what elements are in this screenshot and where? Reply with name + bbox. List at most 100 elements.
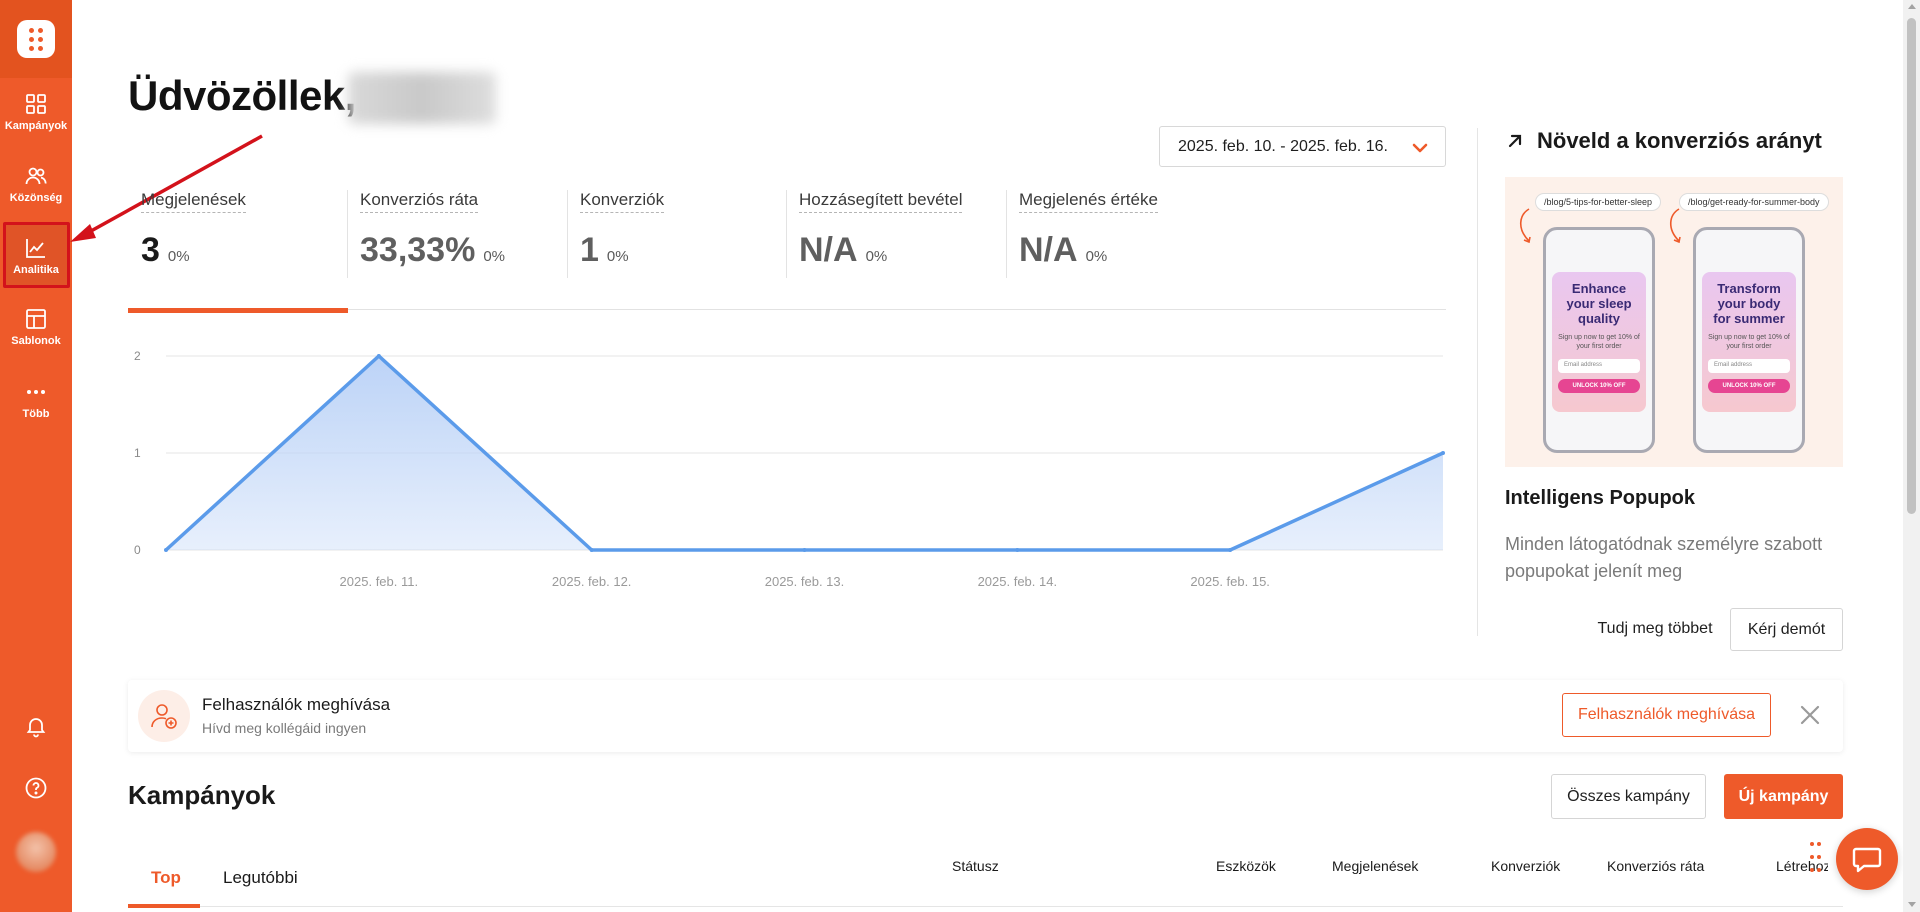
chevron-down-icon — [1412, 143, 1428, 153]
popup-email-field: Email address — [1708, 359, 1790, 373]
invite-banner: Felhasználók meghívása Hívd meg kollégái… — [128, 680, 1843, 752]
tab-top[interactable]: Top — [151, 868, 181, 888]
chart-point[interactable] — [589, 548, 594, 552]
sidebar: Kampányok Közönség Analitika Sablonok Tö… — [0, 0, 72, 912]
url-pill: /blog/get-ready-for-summer-body — [1679, 193, 1829, 211]
metric-change: 0% — [1085, 248, 1108, 265]
popup-button: UNLOCK 10% OFF — [1708, 379, 1790, 393]
bell-icon — [26, 718, 46, 738]
chart-point[interactable] — [376, 354, 381, 358]
date-range-select[interactable]: 2025. feb. 10. - 2025. feb. 16. — [1159, 126, 1446, 167]
sidebar-item-label: Sablonok — [11, 335, 61, 347]
sidebar-item-label: Közönség — [9, 192, 63, 204]
popup-subtext: Sign up now to get 10% of your first ord… — [1558, 333, 1640, 350]
chat-bubble-icon — [1852, 847, 1882, 873]
metric-change: 0% — [606, 248, 629, 265]
metric-value: N/A — [799, 231, 858, 269]
invite-users-button[interactable]: Felhasználók meghívása — [1562, 693, 1771, 737]
sidebar-item-templates[interactable]: Sablonok — [0, 307, 72, 347]
sidebar-item-campaigns[interactable]: Kampányok — [0, 92, 72, 132]
metric-impressions[interactable]: Megjelenések 3 0% — [141, 190, 246, 270]
active-tab-indicator — [128, 904, 200, 908]
popup-preview: Enhance your sleep quality Sign up now t… — [1552, 272, 1646, 412]
chart-point[interactable] — [1015, 548, 1020, 552]
popup-headline: Enhance your sleep quality — [1566, 281, 1632, 326]
chart-y-tick: 0 — [134, 543, 141, 557]
avatar[interactable] — [16, 832, 56, 872]
promo-description: Minden látogatódnak személyre szabott po… — [1505, 534, 1823, 581]
metric-label: Megjelenés értéke — [1019, 190, 1158, 213]
scroll-up-arrow-icon[interactable] — [1908, 4, 1916, 9]
users-icon — [25, 167, 47, 185]
column-header-devices[interactable]: Eszközök — [1216, 858, 1276, 874]
app-root: Kampányok Közönség Analitika Sablonok Tö… — [0, 0, 1920, 912]
metric-divider — [347, 190, 348, 278]
learn-more-button[interactable]: Tudj meg többet — [1580, 608, 1730, 650]
chart-line-icon — [26, 239, 45, 258]
chart-x-tick: 2025. feb. 15. — [1190, 574, 1270, 589]
apps-grid-icon[interactable] — [1810, 842, 1824, 878]
metric-value: N/A — [1019, 231, 1078, 269]
metric-conversion-rate[interactable]: Konverziós ráta 33,33% 0% — [360, 190, 505, 270]
metric-assisted-revenue[interactable]: Hozzásegített bevétel N/A 0% — [799, 190, 963, 270]
promo-image: /blog/5-tips-for-better-sleep /blog/get-… — [1505, 177, 1843, 467]
chart-x-tick: 2025. feb. 14. — [978, 574, 1058, 589]
column-header-impressions[interactable]: Megjelenések — [1332, 858, 1418, 874]
metric-label: Konverziók — [580, 190, 665, 213]
new-campaign-button[interactable]: Új kampány — [1724, 774, 1843, 819]
metric-impression-value[interactable]: Megjelenés értéke N/A 0% — [1019, 190, 1158, 270]
scrollbar-thumb[interactable] — [1907, 18, 1916, 514]
app-logo[interactable] — [0, 0, 72, 78]
tab-recent[interactable]: Legutóbbi — [223, 868, 298, 888]
sidebar-item-more[interactable]: Több — [0, 380, 72, 420]
metric-conversions[interactable]: Konverziók 1 0% — [580, 190, 665, 270]
active-metric-indicator — [128, 308, 348, 313]
chart-x-tick: 2025. feb. 13. — [765, 574, 845, 589]
sidebar-item-analytics[interactable]: Analitika — [0, 236, 72, 276]
chart-point[interactable] — [1228, 548, 1233, 552]
notifications-button[interactable] — [0, 714, 72, 738]
logo-dots-icon — [17, 20, 55, 58]
request-demo-button[interactable]: Kérj demót — [1730, 608, 1843, 651]
help-button[interactable] — [0, 776, 72, 800]
promo-title-text: Növeld a konverziós arányt — [1537, 128, 1822, 153]
chart-point[interactable] — [802, 548, 807, 552]
impressions-chart: 0 1 2 2025. feb. 11. 2025. feb. 12. 2025. feb… — [134, 349, 1445, 589]
page-scrollbar[interactable] — [1903, 0, 1920, 912]
promo-title: Növeld a konverziós arányt — [1505, 128, 1822, 154]
metric-change: 0% — [167, 248, 190, 265]
sidebar-item-audience[interactable]: Közönség — [0, 164, 72, 204]
metric-divider — [1006, 190, 1007, 278]
invite-subtitle: Hívd meg kollégáid ingyen — [202, 720, 367, 736]
close-icon[interactable] — [1798, 703, 1822, 727]
help-icon — [25, 777, 47, 799]
all-campaigns-button[interactable]: Összes kampány — [1551, 774, 1706, 819]
arrow-up-right-icon — [1508, 134, 1522, 148]
page-title: Üdvözöllek, — [128, 72, 356, 119]
metric-change: 0% — [483, 248, 506, 265]
chart-point[interactable] — [1441, 451, 1445, 455]
curved-arrow-icon — [1519, 208, 1531, 244]
user-plus-icon — [151, 704, 177, 729]
sidebar-item-label: Több — [22, 408, 50, 420]
metric-change: 0% — [865, 248, 888, 265]
metric-value: 3 — [141, 231, 160, 269]
metric-label: Konverziós ráta — [360, 190, 479, 213]
panel-divider — [1477, 128, 1478, 636]
chart-y-tick: 2 — [134, 349, 141, 363]
metric-value: 33,33% — [360, 231, 476, 269]
column-header-conversion-rate[interactable]: Konverziós ráta — [1607, 858, 1704, 874]
scroll-down-arrow-icon[interactable] — [1908, 902, 1916, 907]
campaigns-title: Kampányok — [128, 780, 276, 810]
chart-y-tick: 1 — [134, 446, 141, 460]
chart-x-tick: 2025. feb. 12. — [552, 574, 632, 589]
user-name-blurred — [348, 72, 496, 124]
column-header-conversions[interactable]: Konverziók — [1491, 858, 1560, 874]
metric-label: Hozzásegített bevétel — [799, 190, 963, 213]
metric-label: Megjelenések — [141, 190, 246, 213]
chat-button[interactable] — [1836, 828, 1898, 890]
chart-point[interactable] — [164, 548, 168, 552]
invite-title: Felhasználók meghívása — [202, 695, 391, 714]
column-header-status[interactable]: Státusz — [952, 858, 999, 874]
tabs-divider — [128, 906, 1843, 907]
